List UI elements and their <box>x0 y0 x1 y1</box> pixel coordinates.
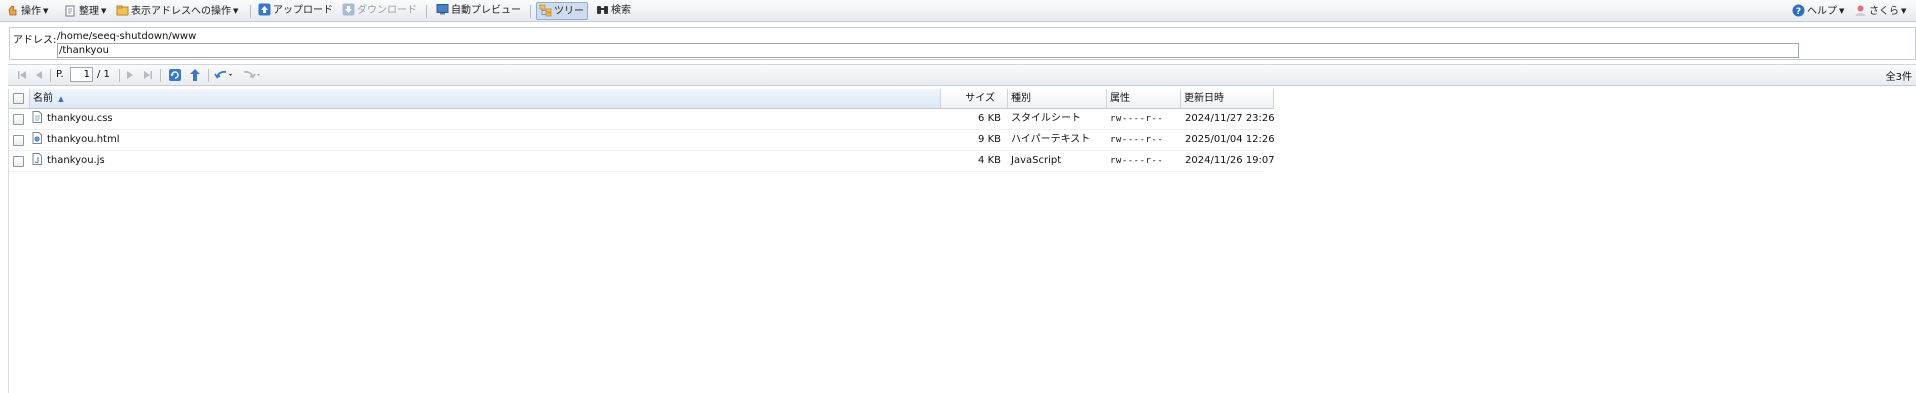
select-all-cell <box>9 89 30 108</box>
table-row[interactable]: thankyou.html 9 KB ハイパーテキスト rw----r-- 20… <box>9 130 1275 151</box>
file-name[interactable]: thankyou.css <box>47 109 113 129</box>
operations-icon <box>6 4 19 17</box>
upload-icon <box>258 3 271 16</box>
toolbar-separator <box>530 5 531 18</box>
file-type: JavaScript <box>1011 155 1062 166</box>
name-column-header[interactable]: 名前 ▲ <box>30 89 941 108</box>
pager-toolbar: P. / 1 全3件 <box>8 64 1916 86</box>
address-bar: アドレス: /home/seeq-shutdown/www <box>9 27 1916 60</box>
chevron-down-icon: ▼ <box>233 7 239 15</box>
toolbar-separator <box>250 5 251 18</box>
row-checkbox[interactable] <box>13 114 24 125</box>
next-page-icon[interactable] <box>125 68 135 82</box>
auto-preview-button[interactable]: 自動プレビュー <box>434 2 524 20</box>
row-checkbox[interactable] <box>13 156 24 167</box>
file-attr: rw----r-- <box>1110 135 1164 145</box>
file-modified: 2024/11/26 19:07 <box>1185 155 1275 166</box>
modified-column-header[interactable]: 更新日時 <box>1181 89 1274 108</box>
chevron-down-icon: ▼ <box>101 7 107 15</box>
pager-separator <box>208 69 209 82</box>
monitor-icon <box>436 3 449 16</box>
html-file-icon <box>32 130 42 150</box>
page-number-input[interactable] <box>70 67 93 82</box>
address-ops-icon <box>116 4 129 17</box>
organize-menu[interactable]: 整理 ▼ <box>62 2 109 20</box>
first-page-icon[interactable] <box>16 68 28 82</box>
file-attr: rw----r-- <box>1110 156 1164 166</box>
refresh-icon[interactable] <box>168 68 182 82</box>
file-list: 名前 ▲ サイズ 種別 属性 更新日時 thankyou.css 6 KB スタ… <box>8 89 1916 393</box>
file-modified: 2025/01/04 12:26 <box>1185 134 1275 145</box>
forward-history-icon[interactable] <box>242 68 264 82</box>
attr-column-header[interactable]: 属性 <box>1107 89 1181 108</box>
prev-page-icon[interactable] <box>34 68 44 82</box>
chevron-down-icon: ▼ <box>1839 7 1845 15</box>
js-file-icon <box>32 151 42 171</box>
chevron-down-icon: ▼ <box>43 7 49 15</box>
main-toolbar: 操作 ▼ 整理 ▼ 表示アドレスへの操作 ▼ アップロード ダウンロード 自動プレビュ… <box>0 0 1916 22</box>
help-icon: ? <box>1792 4 1805 17</box>
parent-folder-icon[interactable] <box>188 68 202 82</box>
file-attr: rw----r-- <box>1110 114 1164 124</box>
help-menu[interactable]: ? ヘルプ ▼ <box>1790 2 1847 20</box>
file-type: ハイパーテキスト <box>1011 134 1091 145</box>
file-modified: 2024/11/27 23:26 <box>1185 113 1275 124</box>
page-label: P. <box>56 69 64 80</box>
file-list-header: 名前 ▲ サイズ 種別 属性 更新日時 <box>9 89 1274 109</box>
css-file-icon <box>32 109 42 129</box>
toolbar-separator <box>426 5 427 18</box>
download-icon <box>342 3 355 16</box>
type-column-header[interactable]: 種別 <box>1008 89 1107 108</box>
total-count: 全3件 <box>1885 72 1912 83</box>
last-page-icon[interactable] <box>142 68 154 82</box>
file-size: 9 KB <box>978 134 1001 145</box>
table-row[interactable]: thankyou.js 4 KB JavaScript rw----r-- 20… <box>9 151 1275 172</box>
download-button[interactable]: ダウンロード <box>340 2 420 20</box>
organize-icon <box>64 4 77 17</box>
tree-icon <box>539 4 552 17</box>
pager-separator <box>160 69 161 82</box>
sort-asc-icon: ▲ <box>58 95 64 103</box>
operations-menu[interactable]: 操作 ▼ <box>4 2 51 20</box>
address-path-input[interactable] <box>57 43 1799 58</box>
address-ops-menu[interactable]: 表示アドレスへの操作 ▼ <box>114 2 241 20</box>
file-size: 4 KB <box>978 155 1001 166</box>
search-button[interactable]: 検索 <box>594 2 634 20</box>
row-checkbox[interactable] <box>13 135 24 146</box>
tree-toggle-button[interactable]: ツリー <box>536 2 588 20</box>
file-name[interactable]: thankyou.js <box>47 151 105 171</box>
chevron-down-icon: ▼ <box>1901 7 1907 15</box>
pager-separator <box>50 69 51 82</box>
binoculars-icon <box>596 3 609 16</box>
address-base-path[interactable]: /home/seeq-shutdown/www <box>57 31 196 42</box>
upload-button[interactable]: アップロード <box>256 2 336 20</box>
user-icon <box>1854 4 1867 17</box>
pager-separator <box>119 69 120 82</box>
file-size: 6 KB <box>978 113 1001 124</box>
svg-text:?: ? <box>1796 7 1801 17</box>
select-all-checkbox[interactable] <box>13 93 24 104</box>
user-menu[interactable]: さくら ▼ <box>1852 2 1909 20</box>
size-column-header[interactable]: サイズ <box>941 89 1008 108</box>
table-row[interactable]: thankyou.css 6 KB スタイルシート rw----r-- 2024… <box>9 109 1275 130</box>
file-type: スタイルシート <box>1011 113 1081 124</box>
back-history-icon[interactable] <box>214 68 236 82</box>
address-label: アドレス: <box>13 35 57 46</box>
file-name[interactable]: thankyou.html <box>47 130 120 150</box>
page-total: / 1 <box>97 69 110 80</box>
